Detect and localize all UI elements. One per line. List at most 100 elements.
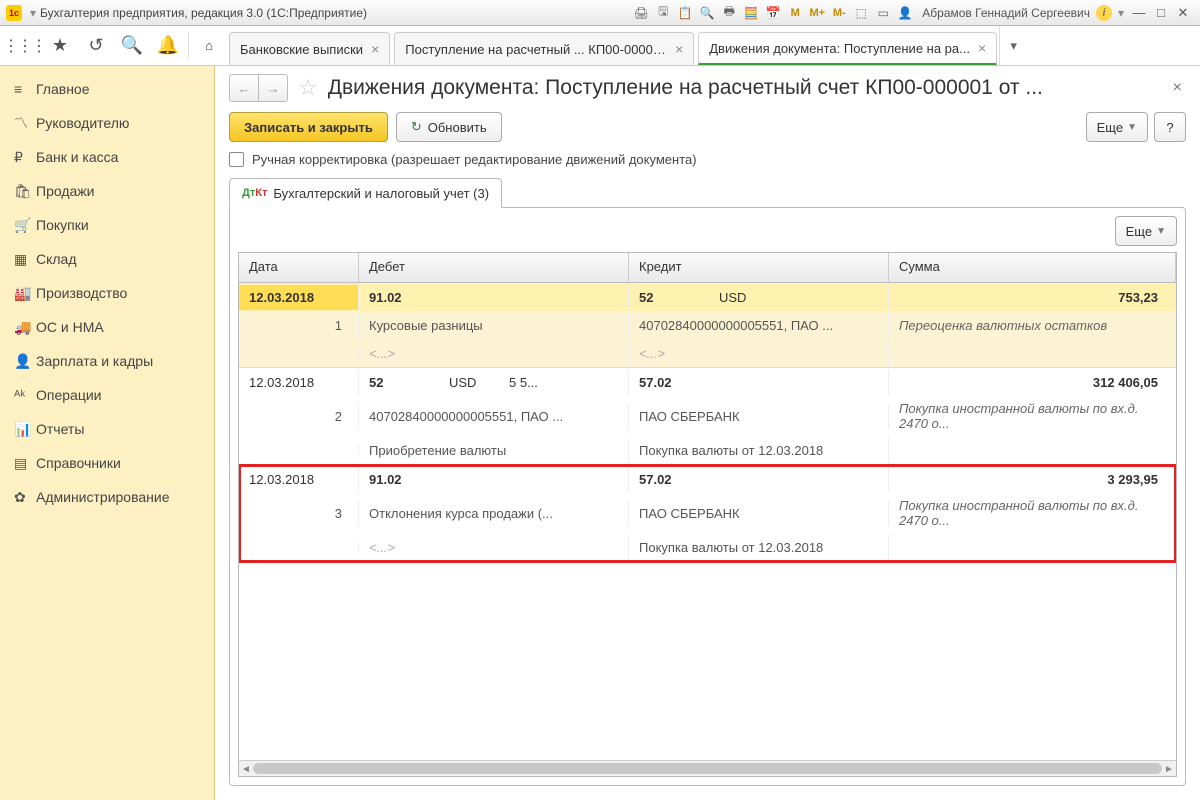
sidebar-item-1[interactable]: 〽Руководителю xyxy=(0,106,214,140)
info-dropdown-icon[interactable]: ▾ xyxy=(1118,6,1124,20)
maximize-button[interactable]: □ xyxy=(1150,5,1172,20)
cell-credit: 57.02 xyxy=(629,467,889,492)
cell-credit-desc: 40702840000000005551, ПАО ... xyxy=(629,313,889,338)
cell-num: 3 xyxy=(239,501,359,526)
close-button[interactable]: ✕ xyxy=(1172,5,1194,21)
page-title: Движения документа: Поступление на расче… xyxy=(328,76,1169,100)
favorite-icon[interactable]: ★ xyxy=(42,26,78,65)
user-name[interactable]: Абрамов Геннадий Сергеевич xyxy=(922,6,1090,20)
cell-credit-sub: <...> xyxy=(629,341,889,366)
tabs-dropdown-icon[interactable]: ▾ xyxy=(999,26,1027,65)
sidebar-item-2[interactable]: ₽Банк и касса xyxy=(0,140,214,174)
mem-mplus-icon[interactable]: M+ xyxy=(808,4,826,22)
cell-sum: 3 293,95 xyxy=(889,467,1176,492)
preview-icon[interactable]: 🔍 xyxy=(698,4,716,22)
tab-label: Банковские выписки xyxy=(240,42,363,57)
sidebar-item-label: Администрирование xyxy=(36,489,170,505)
back-button[interactable]: ← xyxy=(229,74,259,102)
help-button[interactable]: ? xyxy=(1154,112,1186,142)
apps-icon[interactable]: ⋮⋮⋮ xyxy=(6,26,42,65)
more-label: Еще xyxy=(1126,224,1152,239)
sidebar-icon: 〽 xyxy=(14,113,36,133)
tab-receipt[interactable]: Поступление на расчетный ... КП00-000001… xyxy=(394,32,694,65)
more-button[interactable]: Еще ▼ xyxy=(1086,112,1148,142)
cell-sum: 312 406,05 xyxy=(889,370,1176,395)
scrollbar-thumb[interactable] xyxy=(253,763,1162,774)
tab-label: Движения документа: Поступление на ра... xyxy=(709,41,970,56)
forward-button[interactable]: → xyxy=(258,74,288,102)
cell-debit: 91.02 xyxy=(359,285,629,310)
sidebar-item-8[interactable]: 👤Зарплата и кадры xyxy=(0,344,214,378)
th-date[interactable]: Дата xyxy=(239,253,359,282)
print-icon[interactable]: 🖨 xyxy=(632,4,650,22)
tab-accounting[interactable]: ДтКт Бухгалтерский и налоговый учет (3) xyxy=(229,178,502,208)
clipboard-icon[interactable]: 📋 xyxy=(676,4,694,22)
th-sum[interactable]: Сумма xyxy=(889,253,1176,282)
chevron-down-icon: ▼ xyxy=(1127,122,1137,133)
panel-more-button[interactable]: Еще ▼ xyxy=(1115,216,1177,246)
sidebar-item-5[interactable]: ▦Склад xyxy=(0,242,214,276)
refresh-button[interactable]: ↻ Обновить xyxy=(396,112,502,142)
sidebar-item-11[interactable]: ▤Справочники xyxy=(0,446,214,480)
calendar-icon[interactable]: 📅 xyxy=(764,4,782,22)
sidebar-item-label: Операции xyxy=(36,387,102,403)
mem-mminus-icon[interactable]: M- xyxy=(830,4,848,22)
info-icon[interactable]: i xyxy=(1096,5,1112,21)
cell-debit: 52USD5 5... xyxy=(359,370,629,395)
tab-bank-statements[interactable]: Банковские выписки × xyxy=(229,32,390,65)
save-icon[interactable]: 🖫 xyxy=(654,4,672,22)
sidebar-item-6[interactable]: 🏭Производство xyxy=(0,276,214,310)
manual-checkbox[interactable] xyxy=(229,152,244,167)
window-titlebar: 1c ▾ Бухгалтерия предприятия, редакция 3… xyxy=(0,0,1200,26)
dropdown-icon[interactable]: ▾ xyxy=(30,6,36,20)
horizontal-scrollbar[interactable]: ◄ ► xyxy=(239,760,1176,776)
sidebar-item-9[interactable]: ᴬᵏОперации xyxy=(0,378,214,412)
sidebar-item-10[interactable]: 📊Отчеты xyxy=(0,412,214,446)
bell-icon[interactable]: 🔔 xyxy=(150,26,186,65)
home-icon[interactable]: ⌂ xyxy=(191,26,227,65)
manual-correction-row: Ручная корректировка (разрешает редактир… xyxy=(229,152,1186,167)
th-credit[interactable]: Кредит xyxy=(629,253,889,282)
scroll-left-icon[interactable]: ◄ xyxy=(239,761,253,777)
app-title: Бухгалтерия предприятия, редакция 3.0 (1… xyxy=(40,6,367,20)
table-row[interactable]: 12.03.201891.0252USD753,231Курсовые разн… xyxy=(239,283,1176,368)
refresh-label: Обновить xyxy=(428,120,487,135)
sidebar-icon: ₽ xyxy=(14,149,36,166)
tab-document-movements[interactable]: Движения документа: Поступление на ра...… xyxy=(698,32,997,65)
top-tabs-bar: ⋮⋮⋮ ★ ↺ 🔍 🔔 ⌂ Банковские выписки × Посту… xyxy=(0,26,1200,66)
sidebar-item-7[interactable]: 🚚ОС и НМА xyxy=(0,310,214,344)
sidebar-item-label: Отчеты xyxy=(36,421,84,437)
mem-m-icon[interactable]: M xyxy=(786,4,804,22)
cell-num: 1 xyxy=(239,313,359,338)
panel-icon[interactable]: ⬚ xyxy=(852,4,870,22)
sidebar-item-label: Руководителю xyxy=(36,115,129,131)
sidebar-item-12[interactable]: ✿Администрирование xyxy=(0,480,214,514)
star-icon[interactable]: ☆ xyxy=(298,75,318,101)
sidebar-icon: 📊 xyxy=(14,421,36,438)
content-area: ← → ☆ Движения документа: Поступление на… xyxy=(215,66,1200,800)
sidebar-item-0[interactable]: ≡Главное xyxy=(0,72,214,106)
minimize-button[interactable]: — xyxy=(1128,5,1150,20)
save-close-button[interactable]: Записать и закрыть xyxy=(229,112,388,142)
scroll-right-icon[interactable]: ► xyxy=(1162,761,1176,777)
cell-debit: 91.02 xyxy=(359,467,629,492)
sidebar-item-3[interactable]: 🛍Продажи xyxy=(0,174,214,208)
calculator-icon[interactable]: 🧮 xyxy=(742,4,760,22)
table-row[interactable]: 12.03.201891.0257.023 293,953Отклонения … xyxy=(239,465,1176,562)
cell-credit-desc: ПАО СБЕРБАНК xyxy=(629,404,889,429)
page-close-icon[interactable]: × xyxy=(1169,79,1186,97)
history-icon[interactable]: ↺ xyxy=(78,26,114,65)
app-logo-icon: 1c xyxy=(6,5,22,21)
window-icon[interactable]: ▭ xyxy=(874,4,892,22)
sidebar-item-label: Склад xyxy=(36,251,77,267)
table-row[interactable]: 12.03.201852USD5 5...57.02312 406,052407… xyxy=(239,368,1176,465)
close-icon[interactable]: × xyxy=(371,41,379,57)
close-icon[interactable]: × xyxy=(675,41,683,57)
sidebar-item-label: Главное xyxy=(36,81,90,97)
search-icon[interactable]: 🔍 xyxy=(114,26,150,65)
close-icon[interactable]: × xyxy=(978,40,986,56)
sidebar-item-4[interactable]: 🛒Покупки xyxy=(0,208,214,242)
th-debit[interactable]: Дебет xyxy=(359,253,629,282)
sidebar-icon: ᴬᵏ xyxy=(14,387,36,403)
print2-icon[interactable]: 🖶 xyxy=(720,4,738,22)
